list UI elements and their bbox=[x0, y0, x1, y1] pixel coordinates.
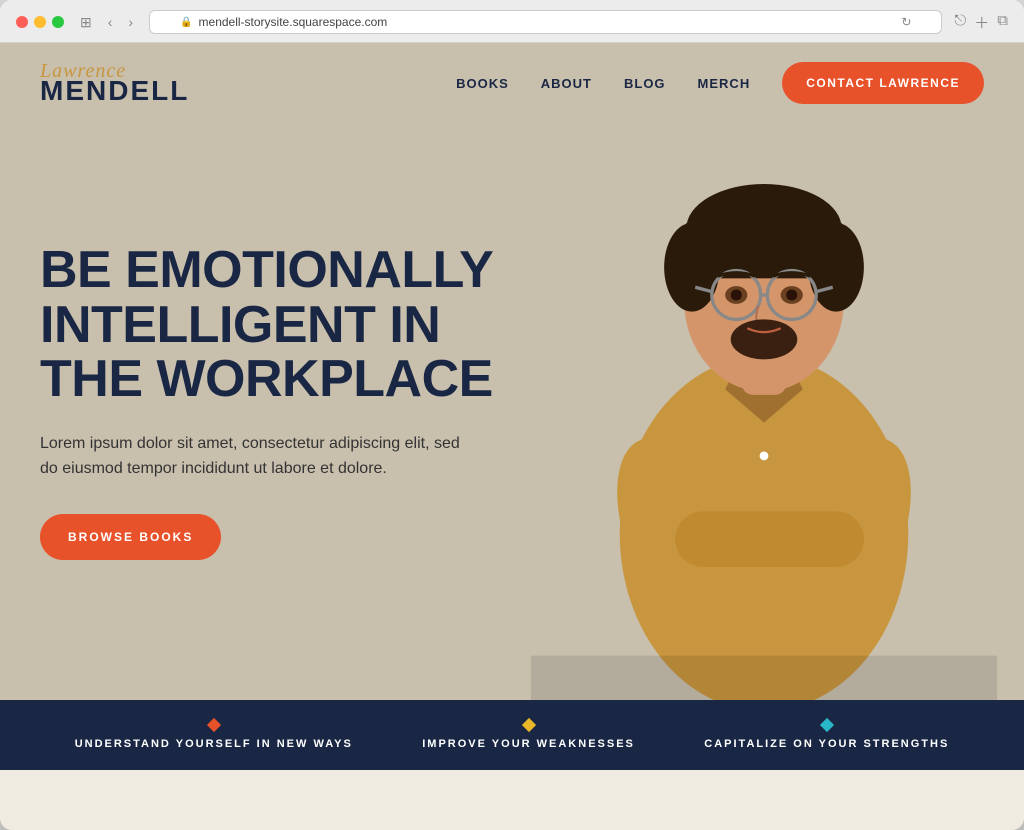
nav-books[interactable]: BOOKS bbox=[456, 76, 509, 91]
website: Lawrence MENDELL BOOKS ABOUT BLOG MERCH … bbox=[0, 43, 1024, 830]
maximize-button[interactable] bbox=[52, 16, 64, 28]
browser-actions: ⎋ ＋ ⧉ bbox=[954, 12, 1008, 33]
traffic-lights bbox=[16, 16, 64, 28]
bottom-label-improve: IMPROVE YOUR WEAKNESSES bbox=[422, 738, 635, 750]
diamond-icon-understand bbox=[207, 718, 221, 732]
forward-button[interactable]: › bbox=[124, 12, 137, 32]
hero-title: BE EMOTIONALLY INTELLIGENT IN THE WORKPL… bbox=[40, 243, 520, 407]
logo[interactable]: Lawrence MENDELL bbox=[40, 61, 189, 105]
bottom-bar: UNDERSTAND YOURSELF IN NEW WAYS IMPROVE … bbox=[0, 700, 1024, 770]
new-tab-icon[interactable]: ＋ bbox=[974, 12, 989, 33]
diamond-icon-capitalize bbox=[820, 718, 834, 732]
contact-button[interactable]: CONTACT LAWRENCE bbox=[782, 62, 984, 104]
url-text: mendell-storysite.squarespace.com bbox=[199, 15, 388, 29]
bottom-item-understand: UNDERSTAND YOURSELF IN NEW WAYS bbox=[75, 720, 353, 750]
close-button[interactable] bbox=[16, 16, 28, 28]
logo-main: MENDELL bbox=[40, 77, 189, 105]
browser-window: ⊞ ‹ › 🔒 mendell-storysite.squarespace.co… bbox=[0, 0, 1024, 830]
browser-nav: ⊞ ‹ › bbox=[76, 12, 137, 33]
browser-chrome: ⊞ ‹ › 🔒 mendell-storysite.squarespace.co… bbox=[0, 0, 1024, 43]
hero-image bbox=[504, 123, 1024, 700]
nav-grid-icon[interactable]: ⊞ bbox=[76, 12, 96, 33]
bottom-label-capitalize: CAPITALIZE ON YOUR STRENGTHS bbox=[704, 738, 949, 750]
nav-merch[interactable]: MERCH bbox=[698, 76, 751, 91]
below-bar-area bbox=[0, 770, 1024, 830]
bottom-item-capitalize: CAPITALIZE ON YOUR STRENGTHS bbox=[704, 720, 949, 750]
browse-books-button[interactable]: BROWSE BOOKS bbox=[40, 514, 221, 560]
hero-subtitle: Lorem ipsum dolor sit amet, consectetur … bbox=[40, 431, 480, 482]
minimize-button[interactable] bbox=[34, 16, 46, 28]
bottom-label-understand: UNDERSTAND YOURSELF IN NEW WAYS bbox=[75, 738, 353, 750]
nav-about[interactable]: ABOUT bbox=[541, 76, 592, 91]
diamond-icon-improve bbox=[521, 718, 535, 732]
person-illustration bbox=[504, 123, 1024, 700]
lock-icon: 🔒 bbox=[180, 17, 192, 28]
hero-content: BE EMOTIONALLY INTELLIGENT IN THE WORKPL… bbox=[0, 203, 560, 620]
hero-section: BE EMOTIONALLY INTELLIGENT IN THE WORKPL… bbox=[0, 123, 1024, 700]
bottom-item-improve: IMPROVE YOUR WEAKNESSES bbox=[422, 720, 635, 750]
back-button[interactable]: ‹ bbox=[104, 12, 117, 32]
share-icon[interactable]: ⎋ bbox=[954, 12, 966, 33]
nav-links: BOOKS ABOUT BLOG MERCH CONTACT LAWRENCE bbox=[456, 62, 984, 104]
main-nav: Lawrence MENDELL BOOKS ABOUT BLOG MERCH … bbox=[0, 43, 1024, 123]
address-bar[interactable]: 🔒 mendell-storysite.squarespace.com ↻ bbox=[149, 10, 942, 34]
nav-blog[interactable]: BLOG bbox=[624, 76, 666, 91]
reload-button[interactable]: ↻ bbox=[901, 15, 911, 29]
tabs-icon[interactable]: ⧉ bbox=[997, 12, 1008, 33]
